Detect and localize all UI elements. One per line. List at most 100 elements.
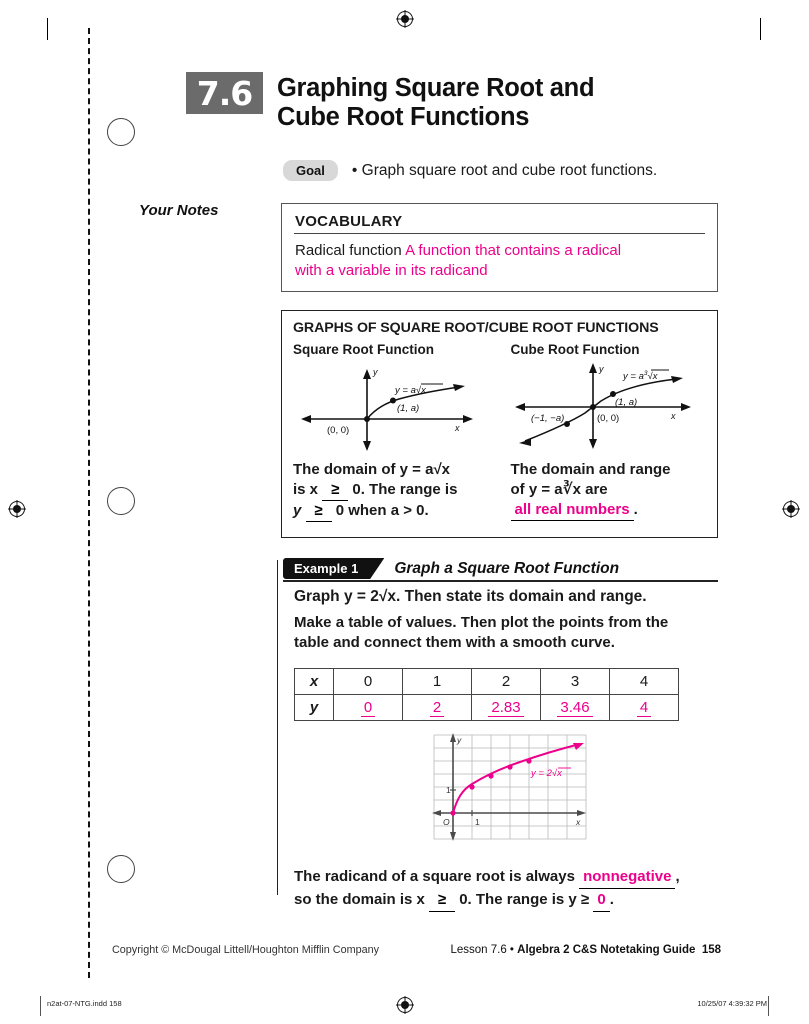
- binder-hole-bottom: [107, 855, 135, 883]
- table-cell-y0: 0: [333, 694, 403, 721]
- cr-caption-2: of y = a∛x are: [510, 480, 608, 498]
- sr-caption-3: 0. The range is: [352, 480, 458, 498]
- table-cell-x1: 1: [402, 668, 472, 695]
- cube-root-caption: The domain and range of y = a∛x are all …: [510, 460, 718, 521]
- grid-lines: [433, 734, 587, 840]
- table-row-x: x 0 1 2 3 4: [294, 668, 679, 695]
- square-root-graph: y x O 1 1 y = 2√x: [432, 733, 587, 841]
- goal-text: • Graph square root and cube root functi…: [351, 161, 658, 179]
- cr-period: .: [633, 500, 638, 518]
- example-instruction-line1: Make a table of values. Then plot the po…: [294, 614, 669, 631]
- cr-answer: all real numbers: [510, 500, 634, 521]
- square-root-column: Square Root Function y x y = a√x (1, a) …: [282, 342, 500, 522]
- page-title: Graphing Square Root and Cube Root Funct…: [277, 74, 727, 132]
- registration-mark-left: [8, 500, 26, 518]
- crop-mark-top-right: [760, 18, 761, 40]
- sr-blank-2: ≥: [305, 501, 332, 522]
- conclusion-answer1: nonnegative: [579, 866, 676, 889]
- production-rule-left: [40, 996, 41, 1016]
- origin-label: (0, 0): [327, 425, 349, 436]
- origin-label: (0, 0): [597, 413, 619, 424]
- conclusion-answer2: 0: [593, 889, 610, 912]
- y-axis-label: y: [372, 367, 378, 377]
- lesson-book-title: Algebra 2 C&S Notetaking Guide: [517, 944, 696, 956]
- example-plot: y x O 1 1 y = 2√x: [430, 731, 590, 848]
- table-cell-x2: 2: [471, 668, 541, 695]
- sr-caption-2: is x: [293, 480, 319, 498]
- x-axis-label: x: [575, 817, 581, 827]
- vocabulary-box: VOCABULARY Radical function A function t…: [281, 203, 718, 292]
- table-cell-x3: 3: [540, 668, 610, 695]
- textbook-page: 7.6 Graphing Square Root and Cube Root F…: [0, 0, 809, 1024]
- registration-mark-right: [782, 500, 800, 518]
- sr-caption-4: y: [293, 501, 302, 519]
- example-conclusion: The radicand of a square root is always …: [294, 866, 724, 912]
- conclusion-part3: so the domain is x: [294, 890, 425, 908]
- table-cell-x4: 4: [609, 668, 679, 695]
- page-title-line2: Cube Root Functions: [277, 103, 530, 132]
- binder-hole-middle: [107, 487, 135, 515]
- graphs-box-heading: GRAPHS OF SQUARE ROOT/CUBE ROOT FUNCTION…: [293, 320, 659, 336]
- cr-caption-1: The domain and range: [510, 461, 671, 478]
- crop-mark-top-left: [47, 18, 48, 40]
- goal-row: Goal • Graph square root and cube root f…: [283, 160, 657, 181]
- square-root-caption: The domain of y = a√x is x ≥ 0. The rang…: [293, 460, 500, 522]
- sr-caption-1: The domain of y = a√x: [293, 461, 451, 478]
- table-cell-y3: 3.46: [540, 694, 610, 721]
- table-cell-y4: 4: [609, 694, 679, 721]
- chapter-number-badge: 7.6: [186, 72, 263, 114]
- production-filename: n2at-07-NTG.indd 158: [47, 999, 122, 1008]
- goal-badge: Goal: [283, 160, 338, 181]
- cube-root-subtitle: Cube Root Function: [510, 342, 640, 357]
- example-divider: [283, 580, 718, 582]
- conclusion-part1: The radicand of a square root is always: [294, 868, 575, 885]
- table-cell-y1: 2: [402, 694, 472, 721]
- conclusion-part2: ,: [675, 868, 680, 885]
- perforation-line: [88, 28, 90, 978]
- square-root-subtitle: Square Root Function: [293, 342, 434, 357]
- lesson-footer: Lesson 7.6 • Algebra 2 C&S Notetaking Gu…: [450, 944, 721, 956]
- vocabulary-answer-line1: A function that contains a radical: [405, 242, 622, 260]
- vocabulary-term: Radical function: [295, 242, 402, 260]
- registration-mark-top: [396, 10, 414, 28]
- example-question: Graph y = 2√x. Then state its domain and…: [294, 588, 647, 605]
- example-instruction: Make a table of values. Then plot the po…: [294, 613, 718, 652]
- curve-equation-label: y = a√x: [394, 385, 427, 396]
- your-notes-label: Your Notes: [139, 202, 219, 219]
- x-axis-label: x: [454, 423, 460, 433]
- production-rule-right: [768, 996, 769, 1016]
- sr-caption-5: 0 when a > 0.: [335, 501, 429, 519]
- table-cell-x0: 0: [333, 668, 403, 695]
- page-number: 158: [701, 944, 721, 956]
- square-root-diagram: y x y = a√x (1, a) (0, 0): [301, 367, 473, 451]
- production-timestamp: 10/25/07 4:39:32 PM: [697, 999, 767, 1008]
- cube-root-column: Cube Root Function y x y = a3√x (1, a) (…: [500, 342, 718, 522]
- vocabulary-heading: VOCABULARY: [295, 213, 403, 230]
- example-left-rule: [277, 560, 283, 895]
- table-of-values: x 0 1 2 3 4 y 0 2 2.83 3.46 4: [294, 668, 679, 721]
- point-neg1-label: (−1, −a): [531, 413, 564, 424]
- page-title-line1: Graphing Square Root and: [277, 74, 595, 102]
- table-header-x: x: [294, 668, 334, 695]
- conclusion-part4: 0. The range is y ≥: [459, 890, 590, 908]
- origin-label: O: [443, 817, 450, 827]
- registration-mark-bottom: [396, 996, 414, 1014]
- table-row-y: y 0 2 2.83 3.46 4: [294, 694, 679, 721]
- cube-root-diagram: y x y = a3√x (1, a) (−1, −a) (0, 0): [514, 363, 691, 449]
- vocabulary-body: Radical function A function that contain…: [295, 241, 704, 281]
- point-1a-label: (1, a): [615, 397, 637, 408]
- sr-blank-1: ≥: [322, 480, 349, 501]
- x-axis-label: x: [670, 411, 676, 421]
- vocabulary-answer-line2: with a variable in its radicand: [295, 261, 488, 279]
- y-axis-label: y: [456, 735, 462, 745]
- y-axis-label: y: [598, 364, 604, 374]
- copyright-notice: Copyright © McDougal Littell/Houghton Mi…: [112, 944, 380, 956]
- graphs-box: GRAPHS OF SQUARE ROOT/CUBE ROOT FUNCTION…: [281, 310, 718, 538]
- example-tab-title: Graph a Square Root Function: [394, 559, 620, 577]
- example-tab-row: Example 1 Graph a Square Root Function: [283, 558, 619, 579]
- table-header-y: y: [294, 694, 334, 721]
- example-body: Graph y = 2√x. Then state its domain and…: [294, 588, 718, 652]
- plot-curve-label: y = 2√x: [530, 768, 563, 779]
- table-cell-y2: 2.83: [471, 694, 541, 721]
- vocabulary-divider: [294, 233, 705, 235]
